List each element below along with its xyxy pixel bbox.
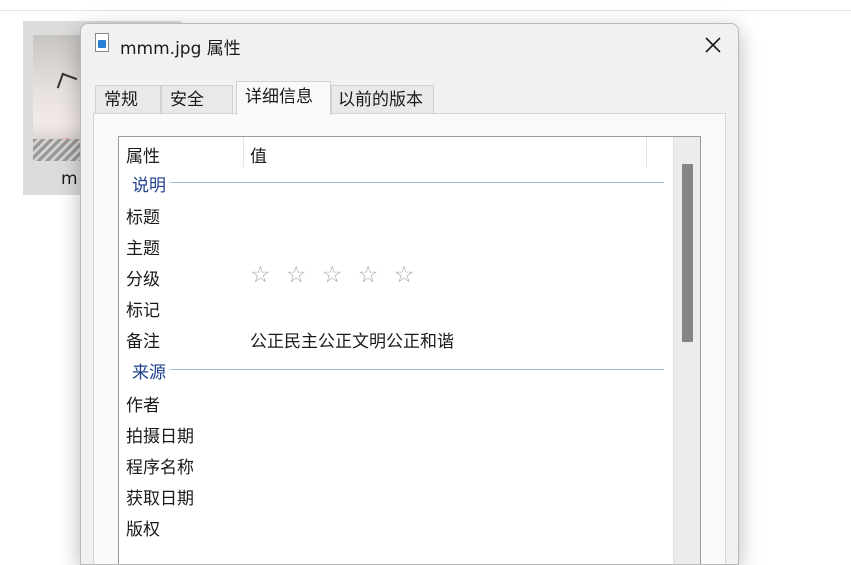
group-label: 来源	[132, 358, 170, 383]
image-file-icon	[95, 33, 109, 52]
list-column-header: 属性 值	[119, 137, 674, 168]
property-name: 程序名称	[126, 458, 194, 478]
property-name: 备注	[126, 332, 160, 352]
property-row-authors[interactable]: 作者	[119, 386, 674, 417]
property-name: 作者	[126, 396, 160, 416]
property-name: 分级	[126, 270, 160, 290]
property-list[interactable]: 属性 值 说明 标题 主题 分级 ☆ ☆ ☆ ☆ ☆ 标记 备注 公正民主公正文…	[118, 136, 701, 564]
property-name: 拍摄日期	[126, 427, 194, 447]
property-row-title[interactable]: 标题	[119, 198, 674, 229]
property-row-subject[interactable]: 主题	[119, 229, 674, 260]
property-row-comments[interactable]: 备注 公正民主公正文明公正和谐	[119, 322, 674, 353]
tab-security[interactable]: 安全	[161, 85, 233, 114]
property-name: 标题	[126, 208, 160, 228]
property-name: 主题	[126, 239, 160, 259]
properties-dialog: mmm.jpg 属性 常规 安全 详细信息 以前的版本 属性 值 说明 标题 主…	[80, 23, 739, 565]
property-row-copyright[interactable]: 版权	[119, 510, 674, 541]
scrollbar-thumb[interactable]	[682, 164, 693, 342]
column-header-value[interactable]: 值	[250, 142, 267, 167]
tab-details[interactable]: 详细信息	[236, 81, 331, 115]
property-row-program-name[interactable]: 程序名称	[119, 448, 674, 479]
thumbnail-cat-ear	[56, 72, 78, 94]
column-header-property[interactable]: 属性	[126, 142, 160, 167]
details-tab-page: 属性 值 说明 标题 主题 分级 ☆ ☆ ☆ ☆ ☆ 标记 备注 公正民主公正文…	[93, 113, 726, 564]
dialog-title: mmm.jpg 属性	[120, 39, 241, 59]
group-header-description[interactable]: 说明	[119, 171, 674, 196]
file-thumbnail	[33, 35, 85, 161]
group-divider-line	[133, 182, 664, 183]
property-name: 获取日期	[126, 489, 194, 509]
property-row-date-taken[interactable]: 拍摄日期	[119, 417, 674, 448]
thumbnail-stripes	[33, 139, 85, 161]
property-name: 标记	[126, 301, 160, 321]
group-header-origin[interactable]: 来源	[119, 358, 674, 383]
group-divider-line	[133, 369, 664, 370]
explorer-divider	[0, 10, 851, 11]
close-icon	[705, 37, 721, 53]
vertical-scrollbar[interactable]	[673, 137, 700, 564]
property-row-rating[interactable]: 分级 ☆ ☆ ☆ ☆ ☆	[119, 260, 674, 291]
image-file-icon-picture	[98, 40, 106, 48]
column-divider[interactable]	[243, 137, 244, 167]
rating-stars[interactable]: ☆ ☆ ☆ ☆ ☆	[250, 262, 418, 288]
tab-previous-versions[interactable]: 以前的版本	[331, 85, 434, 114]
tab-general[interactable]: 常规	[95, 85, 161, 114]
group-label: 说明	[132, 171, 170, 196]
close-button[interactable]	[696, 28, 730, 62]
property-row-date-acquired[interactable]: 获取日期	[119, 479, 674, 510]
file-name-label: m	[61, 169, 78, 189]
property-row-tags[interactable]: 标记	[119, 291, 674, 322]
dialog-titlebar[interactable]: mmm.jpg 属性	[81, 24, 738, 66]
column-divider[interactable]	[646, 137, 647, 167]
property-name: 版权	[126, 520, 160, 540]
property-value: 公正民主公正文明公正和谐	[250, 332, 454, 352]
